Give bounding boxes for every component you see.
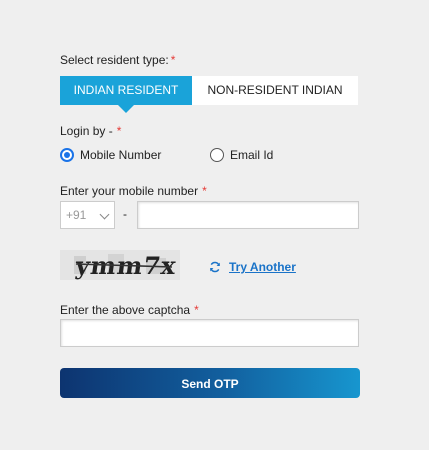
login-by-label-text: Login by -: [60, 124, 113, 138]
chevron-down-icon: [99, 209, 110, 220]
tab-non-resident-indian[interactable]: NON-RESIDENT INDIAN: [192, 76, 358, 105]
country-code-value: +91: [66, 208, 87, 222]
mobile-number-label: Enter your mobile number *: [60, 184, 207, 198]
radio-email-id-label: Email Id: [230, 148, 274, 162]
resident-type-tabs: INDIAN RESIDENT NON-RESIDENT INDIAN: [60, 76, 358, 113]
captcha-label-text: Enter the above captcha: [60, 303, 191, 317]
radio-unchecked-icon[interactable]: [210, 148, 224, 162]
resident-type-label-text: Select resident type:: [60, 53, 169, 67]
radio-email-id[interactable]: Email Id: [210, 148, 273, 162]
mobile-number-input[interactable]: [137, 201, 359, 229]
captcha-input[interactable]: [60, 319, 359, 347]
mobile-separator: -: [123, 207, 127, 221]
login-method-radios: Mobile Number Email Id: [60, 148, 360, 166]
captcha-graphic: ymm7x: [60, 250, 180, 280]
radio-mobile-number[interactable]: Mobile Number: [60, 148, 161, 162]
login-by-label: Login by - *: [60, 124, 121, 138]
tab-indian-resident[interactable]: INDIAN RESIDENT: [60, 76, 192, 113]
mobile-number-label-text: Enter your mobile number: [60, 184, 199, 198]
required-mark: *: [194, 303, 199, 317]
required-mark: *: [202, 184, 207, 198]
resident-type-label: Select resident type: *: [60, 53, 175, 67]
country-code-select[interactable]: +91: [60, 201, 115, 229]
radio-mobile-number-label: Mobile Number: [80, 148, 162, 162]
required-mark: *: [116, 124, 122, 138]
login-form: Select resident type: * INDIAN RESIDENT N…: [0, 0, 429, 450]
try-another-link[interactable]: Try Another: [209, 260, 296, 274]
captcha-label: Enter the above captcha *: [60, 303, 199, 317]
radio-checked-icon[interactable]: [60, 148, 74, 162]
refresh-icon: [210, 261, 220, 273]
send-otp-button[interactable]: Send OTP: [60, 368, 360, 398]
required-mark: *: [170, 53, 176, 67]
try-another-label[interactable]: Try Another: [229, 260, 296, 274]
captcha-image: ymm7x: [60, 250, 180, 280]
